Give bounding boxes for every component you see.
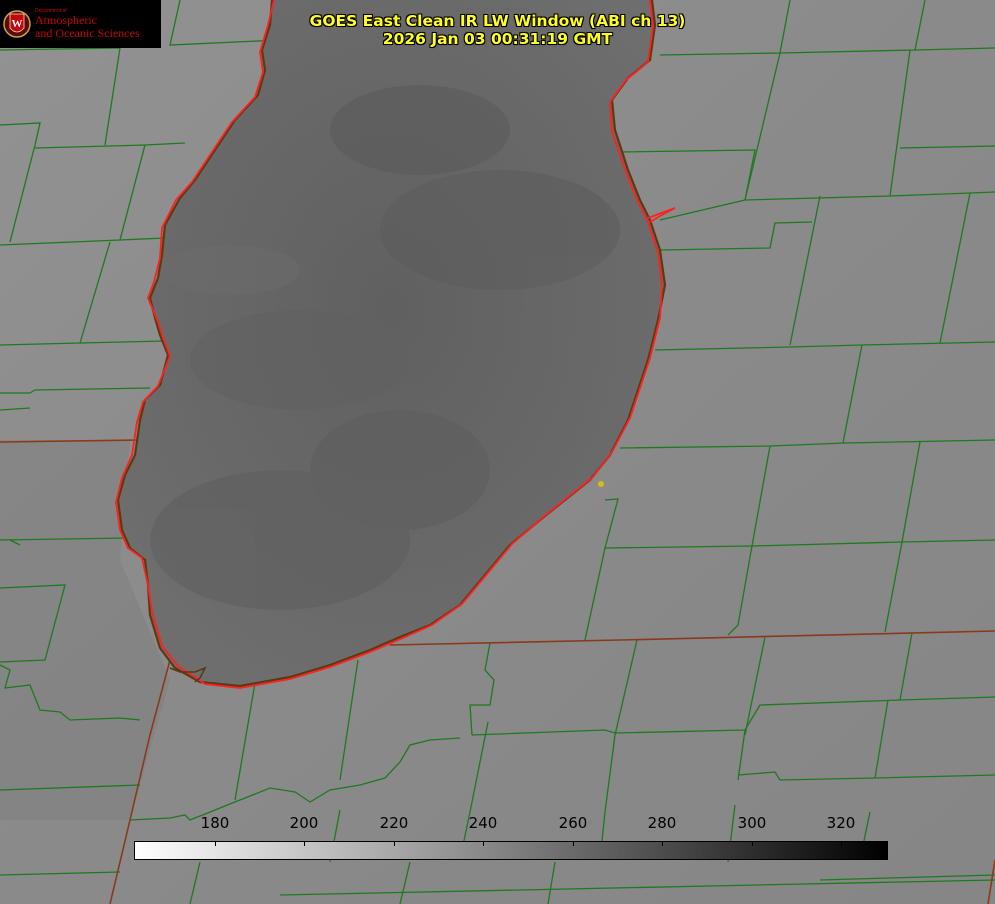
colorbar-tick	[215, 842, 216, 846]
colorbar-tick-label: 180	[200, 814, 230, 832]
colorbar-tick	[841, 842, 842, 846]
temperature-colorbar	[134, 841, 888, 860]
title-product: GOES East Clean IR LW Window (ABI ch 13)	[309, 12, 686, 30]
colorbar-tick	[394, 842, 395, 846]
satellite-image-viewer: W Department of Atmospheric and Oceanic …	[0, 0, 995, 904]
map-canvas	[0, 0, 995, 904]
colorbar-tick	[752, 842, 753, 846]
colorbar-tick-label: 220	[379, 814, 409, 832]
colorbar-tick	[483, 842, 484, 846]
colorbar-tick	[662, 842, 663, 846]
colorbar-tick	[573, 842, 574, 846]
station-dot-icon	[598, 481, 604, 487]
colorbar-tick-label: 300	[737, 814, 767, 832]
colorbar-tick-label: 320	[826, 814, 856, 832]
colorbar-tick-label: 200	[289, 814, 319, 832]
colorbar-tick	[304, 842, 305, 846]
colorbar-tick-label: 240	[468, 814, 498, 832]
image-title: GOES East Clean IR LW Window (ABI ch 13)…	[0, 12, 995, 48]
colorbar-tick-label: 260	[558, 814, 588, 832]
title-timestamp: 2026 Jan 03 00:31:19 GMT	[382, 30, 613, 48]
colorbar-tick-label: 280	[647, 814, 677, 832]
